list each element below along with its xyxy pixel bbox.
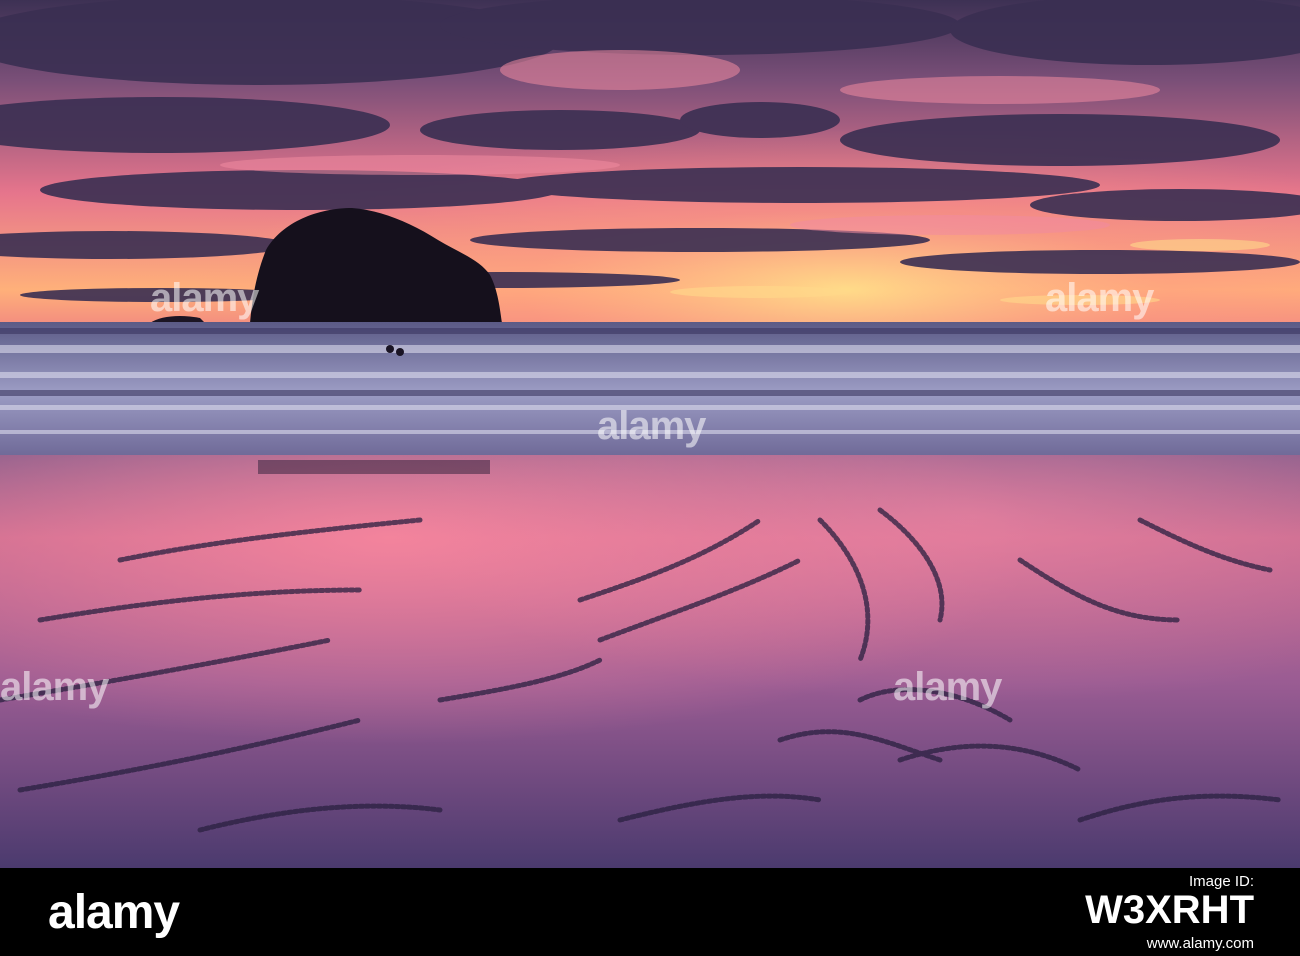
footer-bar: alamy Image ID: W3XRHT www.alamy.com [0,868,1300,956]
watermark-text: alamy [893,665,1002,709]
brand-text: alamy [48,885,180,939]
watermark-text: alamy [150,276,259,320]
watermark: alamy [150,276,259,321]
brand-logo[interactable]: alamy [48,885,180,940]
watermark-text: alamy [597,404,706,448]
watermark: alamy [597,404,706,449]
image-id: W3XRHT [1085,887,1254,932]
watermark: alamy [893,665,1002,710]
watermark-text: alamy [1045,276,1154,320]
site-link[interactable]: www.alamy.com [1085,935,1254,952]
photo: alamy alamy alamy alamy alamy [0,0,1300,868]
image-meta: Image ID: W3XRHT www.alamy.com [1085,873,1254,952]
watermark: alamy [1045,276,1154,321]
watermark-text: alamy [0,665,109,709]
watermark: alamy [0,665,109,710]
